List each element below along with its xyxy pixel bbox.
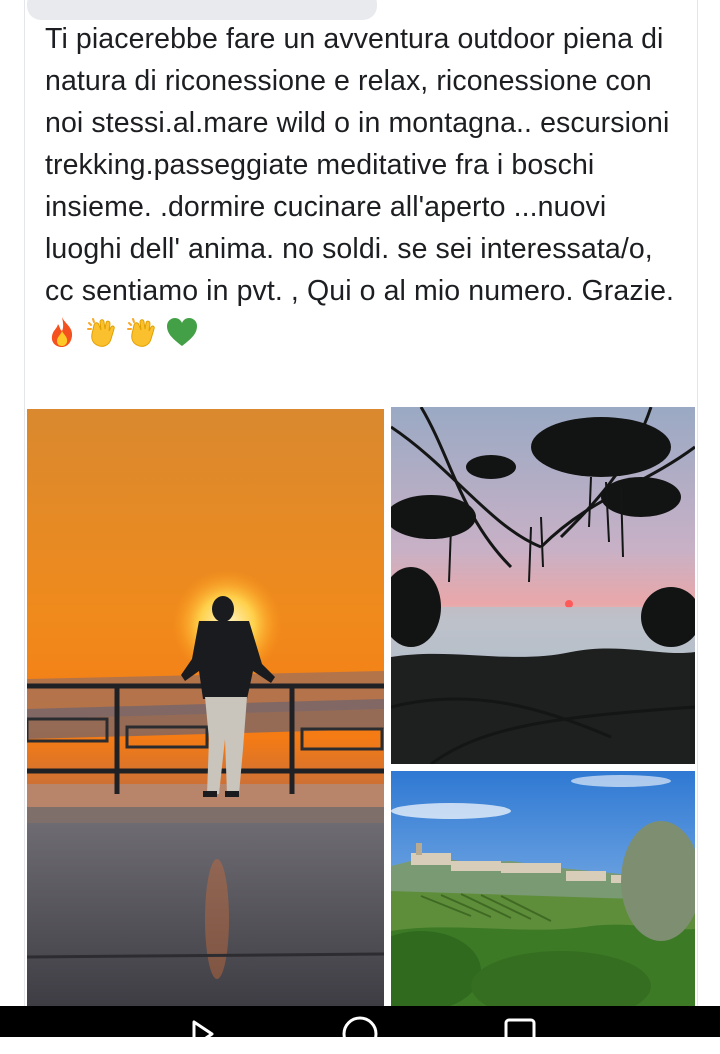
fire-emoji: [51, 317, 73, 347]
author-chip[interactable]: [27, 0, 377, 20]
system-navigation-bar: [0, 1006, 720, 1052]
clapping-hands-emoji: [127, 318, 155, 347]
emoji-row: [45, 317, 205, 349]
post-text: Ti piacerebbe fare un avventura outdoor …: [45, 18, 685, 354]
photo-man-sunset-railing[interactable]: [27, 409, 384, 1006]
clapping-hands-emoji: [87, 318, 115, 347]
post-body: Ti piacerebbe fare un avventura outdoor …: [45, 23, 678, 307]
photo-hill-town-vineyards[interactable]: [391, 771, 695, 1006]
back-icon[interactable]: [180, 1014, 220, 1054]
recents-icon[interactable]: [500, 1014, 540, 1054]
photo-sea-sunset-trees[interactable]: [391, 407, 695, 764]
post-card: Ti piacerebbe fare un avventura outdoor …: [24, 0, 698, 1006]
green-heart-emoji: [167, 318, 197, 346]
home-icon[interactable]: [340, 1014, 380, 1054]
